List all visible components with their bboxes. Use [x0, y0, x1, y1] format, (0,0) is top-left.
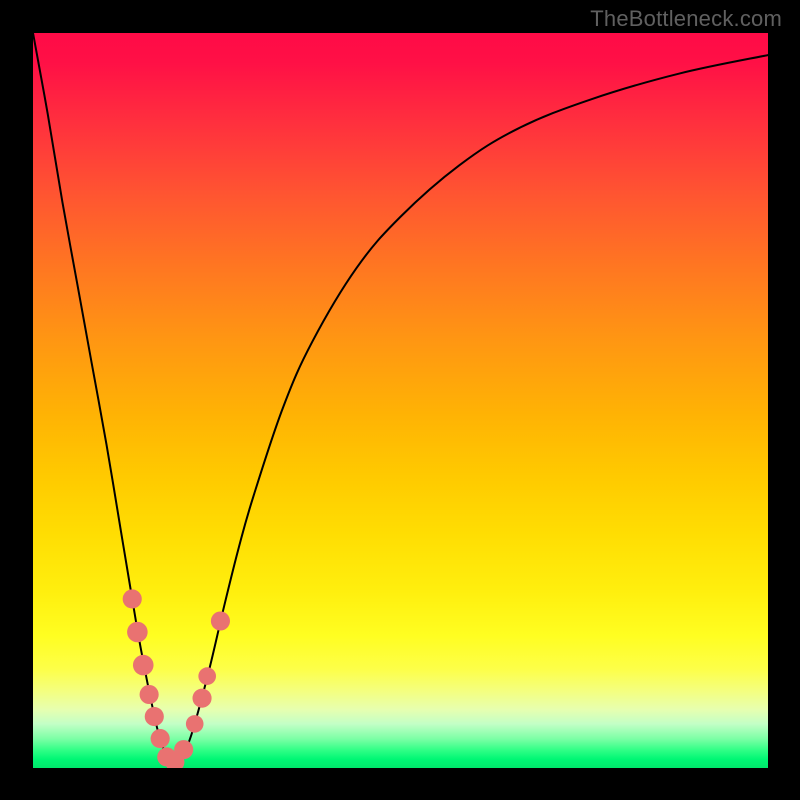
data-marker [133, 655, 154, 676]
data-marker [174, 740, 193, 759]
data-marker [151, 729, 170, 748]
data-marker [211, 611, 230, 630]
chart-svg [33, 33, 768, 768]
marker-layer [123, 589, 230, 768]
data-marker [140, 685, 159, 704]
data-marker [145, 707, 164, 726]
data-marker [198, 667, 216, 685]
watermark-text: TheBottleneck.com [590, 6, 782, 32]
plot-area [33, 33, 768, 768]
data-marker [186, 715, 204, 733]
data-marker [123, 589, 142, 608]
data-marker [127, 622, 148, 643]
data-marker [192, 689, 211, 708]
chart-frame: TheBottleneck.com [0, 0, 800, 800]
